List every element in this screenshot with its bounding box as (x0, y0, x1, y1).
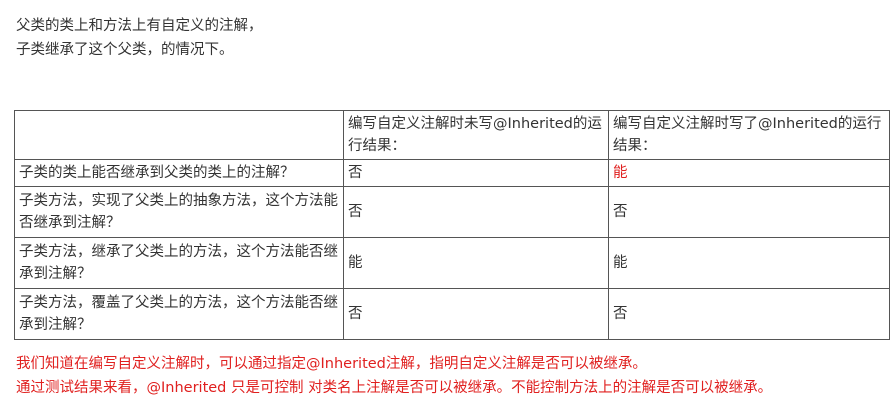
question-cell: 子类方法，覆盖了父类上的方法，这个方法能否继承到注解？ (14, 288, 344, 340)
result-without-cell: 否 (343, 159, 609, 187)
table-header-row: 编写自定义注解时未写@Inherited的运行结果： 编写自定义注解时写了@In… (14, 110, 890, 160)
result-with-cell: 能 (608, 237, 890, 289)
result-without-cell: 否 (343, 186, 609, 238)
result-with-cell: 否 (608, 186, 890, 238)
table-row: 子类方法，覆盖了父类上的方法，这个方法能否继承到注解？ 否 否 (14, 288, 890, 340)
intro-line-1: 父类的类上和方法上有自定义的注解， (16, 18, 263, 34)
question-cell: 子类方法，继承了父类上的方法，这个方法能否继承到注解？ (14, 237, 344, 289)
intro-text: 父类的类上和方法上有自定义的注解， 子类继承了这个父类，的情况下。 (16, 14, 263, 62)
question-cell: 子类方法，实现了父类上的抽象方法，这个方法能否继承到注解？ (14, 186, 344, 238)
question-cell: 子类的类上能否继承到父类的类上的注解？ (14, 159, 344, 187)
table-row: 子类方法，继承了父类上的方法，这个方法能否继承到注解？ 能 能 (14, 237, 890, 289)
table-row: 子类方法，实现了父类上的抽象方法，这个方法能否继承到注解？ 否 否 (14, 186, 890, 238)
intro-line-2: 子类继承了这个父类，的情况下。 (16, 42, 234, 58)
result-with-cell: 否 (608, 288, 890, 340)
conclusion-notes: 我们知道在编写自定义注解时，可以通过指定@Inherited注解，指明自定义注解… (16, 352, 772, 400)
result-without-cell: 能 (343, 237, 609, 289)
result-with-cell: 能 (608, 159, 890, 187)
header-cell-with-inherited: 编写自定义注解时写了@Inherited的运行结果： (608, 110, 890, 160)
note-line-1: 我们知道在编写自定义注解时，可以通过指定@Inherited注解，指明自定义注解… (16, 356, 647, 372)
comparison-table: 编写自定义注解时未写@Inherited的运行结果： 编写自定义注解时写了@In… (14, 110, 890, 340)
result-without-cell: 否 (343, 288, 609, 340)
header-cell-empty (14, 110, 344, 160)
table-row: 子类的类上能否继承到父类的类上的注解？ 否 能 (14, 159, 890, 187)
header-cell-without-inherited: 编写自定义注解时未写@Inherited的运行结果： (343, 110, 609, 160)
note-line-2: 通过测试结果来看，@Inherited 只是可控制 对类名上注解是否可以被继承。… (16, 380, 773, 396)
